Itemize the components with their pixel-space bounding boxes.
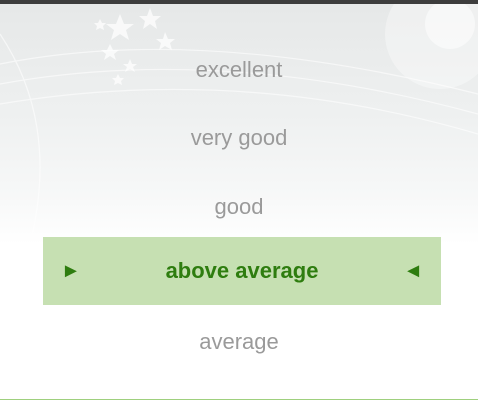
rating-option-list: excellent very good good ► above average… [0, 0, 478, 402]
play-left-arrow-icon: ◄ [403, 260, 423, 282]
selected-option-label: above average [165, 258, 319, 283]
rating-option-very-good[interactable]: very good [0, 118, 478, 158]
rating-option-excellent[interactable]: excellent [0, 50, 478, 90]
bottom-divider [0, 399, 478, 400]
rating-option-average[interactable]: average [0, 322, 478, 362]
rating-option-good[interactable]: good [0, 187, 478, 227]
rating-option-above-average[interactable]: ► above average ◄ [43, 237, 441, 305]
play-right-arrow-icon: ► [61, 260, 81, 282]
